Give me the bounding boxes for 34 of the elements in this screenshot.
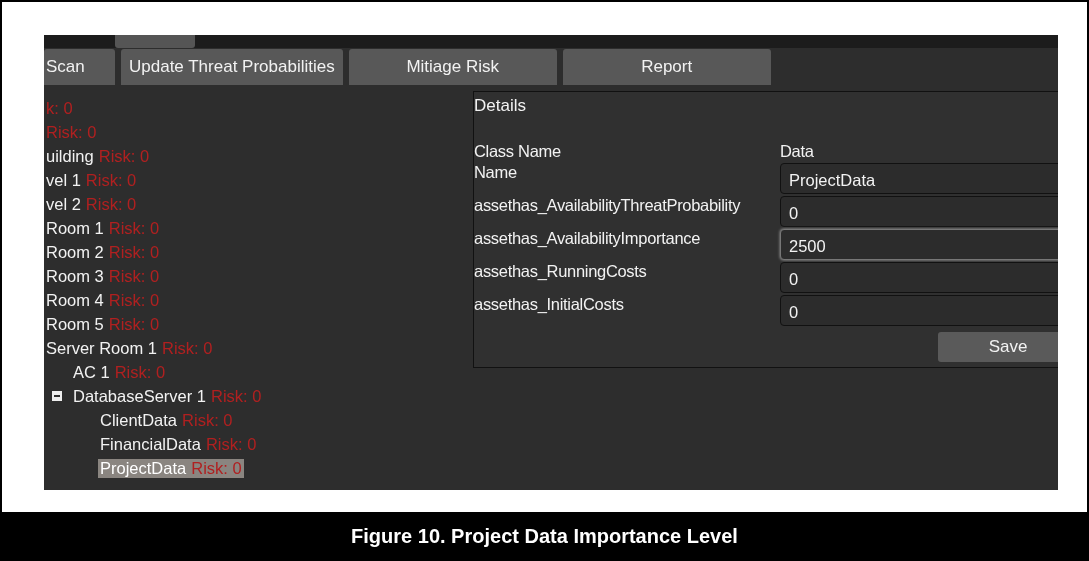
figure-caption: Figure 10. Project Data Importance Level [351,525,738,548]
tree-item[interactable]: Server Room 1 Risk: 0 [44,338,215,358]
tree-item[interactable]: AC 1 Risk: 0 [71,362,168,382]
field-label: Name [474,163,518,182]
panel-title: Details [474,96,526,115]
tree-item[interactable]: vel 2 Risk: 0 [44,194,139,214]
input-field[interactable]: 0 [780,262,1058,293]
tree-item[interactable]: Room 2 Risk: 0 [44,242,162,262]
field-label: assethas_InitialCosts [474,295,625,314]
field-label: assethas_AvailabilityThreatProbability [474,196,742,215]
tree-item[interactable]: vel 1 Risk: 0 [44,170,139,190]
tree-item[interactable]: DatabaseServer 1 Risk: 0 [71,386,264,406]
save-button[interactable]: Save [938,332,1058,362]
input-field[interactable]: 0 [780,295,1058,326]
tree-item[interactable]: ProjectData Risk: 0 [98,458,244,478]
field-label: assethas_RunningCosts [474,262,648,281]
column-header: Data [780,142,815,161]
toolbar-button[interactable]: Mitiage Risk [348,49,557,85]
field-label: assethas_AvailabilityImportance [474,229,702,248]
tree-item[interactable]: FinancialData Risk: 0 [98,434,259,454]
toolbar-button[interactable]: Update Threat Probabilities [121,49,343,85]
tree-item[interactable]: Room 4 Risk: 0 [44,290,162,310]
tree-item[interactable]: uilding Risk: 0 [44,146,152,166]
tree-item[interactable]: Room 3 Risk: 0 [44,266,162,286]
tree-item[interactable]: ClientData Risk: 0 [98,410,235,430]
column-header: Class Name [474,142,562,161]
input-field[interactable]: 0 [780,196,1058,227]
toolbar-button[interactable]: Report [562,49,771,85]
tree-item[interactable]: Room 1 Risk: 0 [44,218,162,238]
tree-item[interactable]: Room 5 Risk: 0 [44,314,162,334]
input-field[interactable]: 2500 [780,229,1058,260]
collapse-icon[interactable] [52,391,62,401]
input-field[interactable]: ProjectData [780,163,1058,194]
toolbar-button[interactable]: Scan [44,49,115,85]
